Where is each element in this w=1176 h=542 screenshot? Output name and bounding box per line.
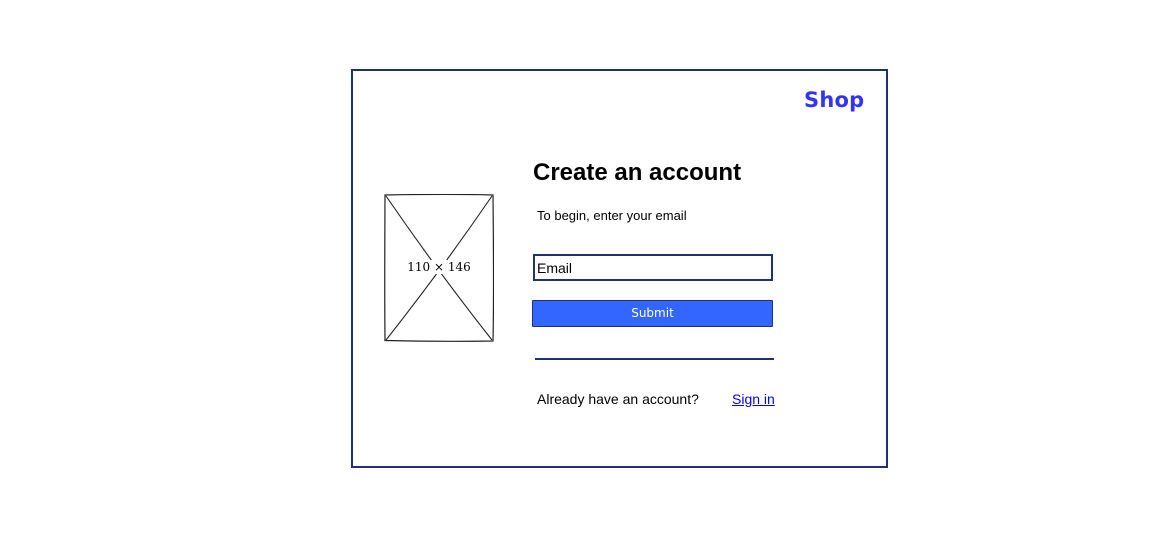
image-placeholder: 110 × 146 bbox=[384, 194, 494, 342]
image-placeholder-label: 110 × 146 bbox=[406, 260, 472, 274]
submit-button[interactable]: Submit bbox=[532, 300, 773, 327]
page-subtitle: To begin, enter your email bbox=[537, 208, 687, 223]
signin-link[interactable]: Sign in bbox=[732, 391, 775, 407]
signup-card: Shop 110 × 146 Create an account To begi… bbox=[351, 69, 888, 468]
shop-logo-link[interactable]: Shop bbox=[804, 88, 864, 112]
divider bbox=[535, 358, 774, 360]
signin-prompt: Already have an account? bbox=[537, 391, 699, 407]
email-field[interactable] bbox=[533, 254, 773, 281]
page-title: Create an account bbox=[533, 159, 742, 186]
